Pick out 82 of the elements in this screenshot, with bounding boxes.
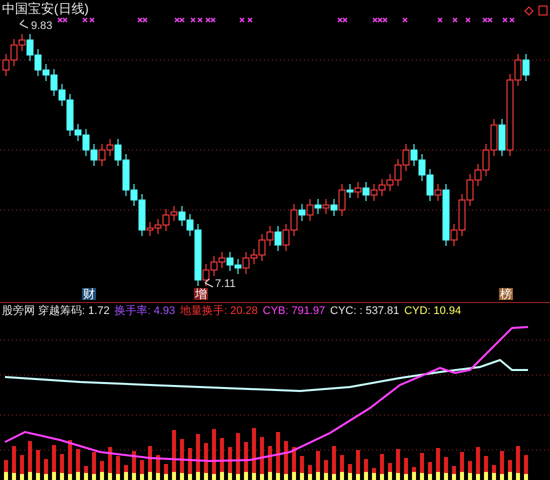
volume-bar xyxy=(84,466,88,480)
volume-bar xyxy=(292,447,296,480)
high-price-label: 9.83 xyxy=(31,21,52,32)
volume-bar xyxy=(180,439,184,480)
indicator-value: 地量换手: 20.28 xyxy=(180,304,258,320)
indicator-value: CYD: 10.94 xyxy=(404,304,462,320)
volume-bar xyxy=(156,455,160,480)
volume-bar xyxy=(516,446,520,480)
volume-bar xyxy=(252,428,256,480)
volume-bar xyxy=(52,445,56,480)
volume-bar xyxy=(396,449,400,480)
volume-bar xyxy=(164,464,168,480)
volume-bar xyxy=(204,443,208,480)
event-marker: 增 xyxy=(194,288,208,300)
high-pointer-icon xyxy=(20,20,28,28)
volume-bar xyxy=(452,466,456,480)
chart-title: 中国宝安(日线) xyxy=(2,2,89,15)
volume-bar xyxy=(340,455,344,480)
volume-bar xyxy=(412,467,416,480)
volume-bar xyxy=(12,446,16,480)
volume-bar xyxy=(172,430,176,480)
volume-bar xyxy=(140,460,144,480)
volume-bar xyxy=(364,459,368,480)
volume-bar xyxy=(492,465,496,480)
volume-bar xyxy=(28,441,32,480)
volume-bar xyxy=(68,440,72,480)
volume-bar xyxy=(36,450,40,480)
volume-bar xyxy=(372,468,376,480)
volume-bar xyxy=(332,446,336,480)
volume-bar xyxy=(484,456,488,480)
volume-bar xyxy=(100,461,104,480)
volume-bar xyxy=(356,450,360,480)
volume-bar xyxy=(308,465,312,480)
square-icon xyxy=(538,5,548,16)
volume-bar xyxy=(468,461,472,480)
volume-bar xyxy=(316,451,320,480)
diamond-icon xyxy=(524,6,534,16)
volume-bar xyxy=(260,437,264,480)
volume-bar xyxy=(276,432,280,480)
indicator-value: 换手率: 4.93 xyxy=(114,304,176,320)
volume-bar xyxy=(476,447,480,480)
volume-bar xyxy=(500,451,504,480)
volume-bar xyxy=(212,429,216,480)
volume-bar xyxy=(148,446,152,480)
event-marker: 财 xyxy=(82,288,96,300)
volume-bar xyxy=(44,459,48,480)
volume-bar xyxy=(460,452,464,480)
volume-bar xyxy=(76,449,80,480)
volume-bar xyxy=(228,447,232,480)
volume-bar xyxy=(436,448,440,480)
volume-bar xyxy=(132,451,136,480)
volume-bar xyxy=(236,433,240,480)
volume-bar xyxy=(124,465,128,480)
volume-bar xyxy=(108,447,112,480)
volume-bar xyxy=(92,452,96,480)
indicator-value: 股旁网 穿越筹码: 1.72 xyxy=(2,304,110,320)
low-price-label: 7.11 xyxy=(215,279,236,290)
volume-bar xyxy=(300,456,304,480)
indicator-value: CYC: : 537.81 xyxy=(330,304,400,320)
volume-bar xyxy=(20,455,24,480)
volume-bar xyxy=(420,453,424,480)
volume-bar xyxy=(4,460,8,480)
volume-bar xyxy=(60,454,64,480)
volume-bar xyxy=(116,456,120,480)
volume-bar xyxy=(508,460,512,480)
volume-bar xyxy=(244,442,248,480)
volume-bar xyxy=(444,457,448,480)
low-pointer-icon xyxy=(204,278,214,288)
volume-bar xyxy=(268,446,272,480)
volume-bar xyxy=(348,464,352,480)
volume-bar xyxy=(196,434,200,480)
volume-bar xyxy=(404,458,408,480)
volume-bar xyxy=(388,463,392,480)
indicator-value: CYB: 791.97 xyxy=(262,304,326,320)
volume-bar xyxy=(428,462,432,480)
volume-bar xyxy=(524,455,528,480)
volume-bar xyxy=(324,460,328,480)
volume-bar xyxy=(220,438,224,480)
volume-bar xyxy=(188,448,192,480)
event-marker: 榜 xyxy=(499,288,513,300)
volume-bar xyxy=(380,454,384,480)
volume-bar xyxy=(284,441,288,480)
